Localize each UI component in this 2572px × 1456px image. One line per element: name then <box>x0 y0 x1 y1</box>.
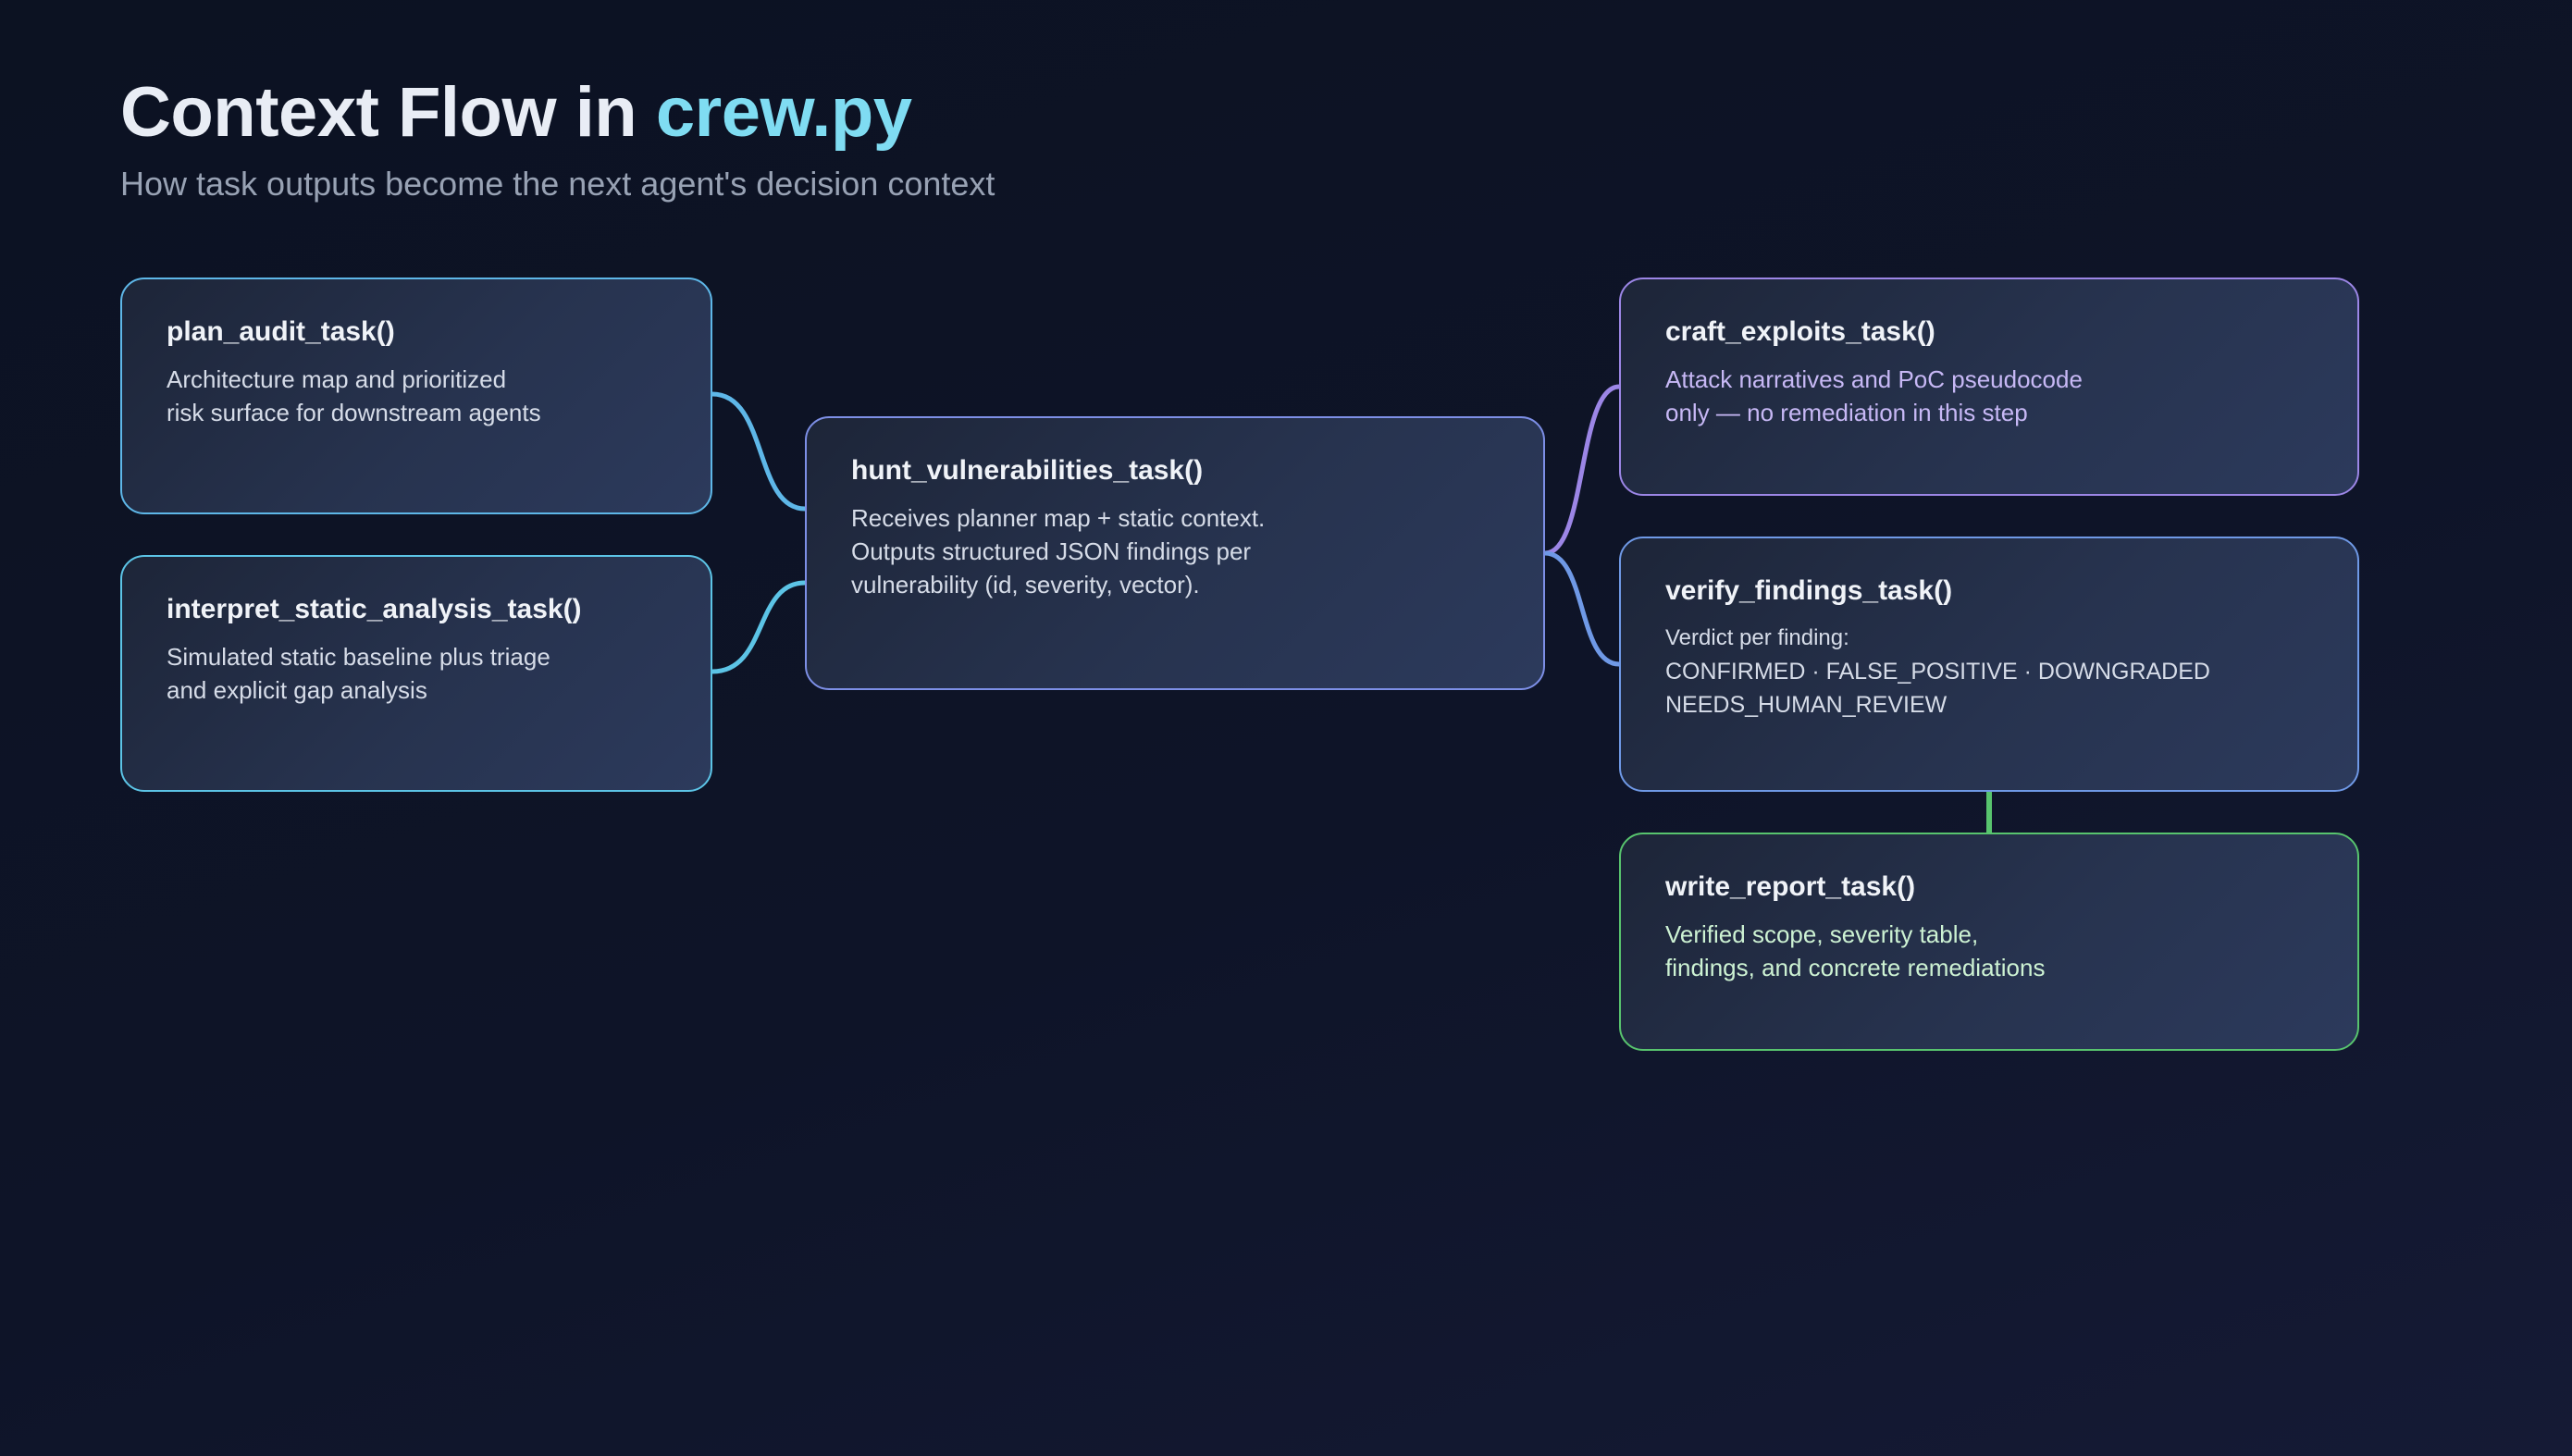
node-title: verify_findings_task() <box>1665 575 1953 606</box>
edge-interpret-to-hunt <box>710 580 808 674</box>
node-craft-exploits-task: craft_exploits_task() Attack narratives … <box>1619 278 2359 496</box>
node-description: Attack narratives and PoC pseudocode onl… <box>1665 365 2083 426</box>
node-description: Simulated static baseline plus triage an… <box>167 643 550 704</box>
verdict-list: CONFIRMED · FALSE_POSITIVE · DOWNGRADED … <box>1665 659 2210 718</box>
node-verify-findings-task: verify_findings_task() Verdict per findi… <box>1619 537 2359 792</box>
node-interpret-static-analysis-task: interpret_static_analysis_task() Simulat… <box>120 555 712 792</box>
edge-hunt-to-verify <box>1542 550 1622 667</box>
node-write-report-task: write_report_task() Verified scope, seve… <box>1619 833 2359 1051</box>
node-title: plan_audit_task() <box>167 316 395 347</box>
node-description: Architecture map and prioritized risk su… <box>167 365 541 426</box>
node-title: interpret_static_analysis_task() <box>167 594 582 624</box>
node-hunt-vulnerabilities-task: hunt_vulnerabilities_task() Receives pla… <box>805 416 1545 690</box>
node-title: craft_exploits_task() <box>1665 316 1935 347</box>
node-description: Receives planner map + static context. O… <box>851 504 1266 598</box>
node-plan-audit-task: plan_audit_task() Architecture map and p… <box>120 278 712 514</box>
node-title: hunt_vulnerabilities_task() <box>851 455 1204 486</box>
node-title: write_report_task() <box>1665 871 1916 902</box>
edge-plan-to-hunt <box>710 391 808 512</box>
verdict-intro: Verdict per finding: <box>1665 625 1849 650</box>
edge-hunt-to-craft <box>1542 384 1622 556</box>
node-description: Verified scope, severity table, findings… <box>1665 920 2046 981</box>
